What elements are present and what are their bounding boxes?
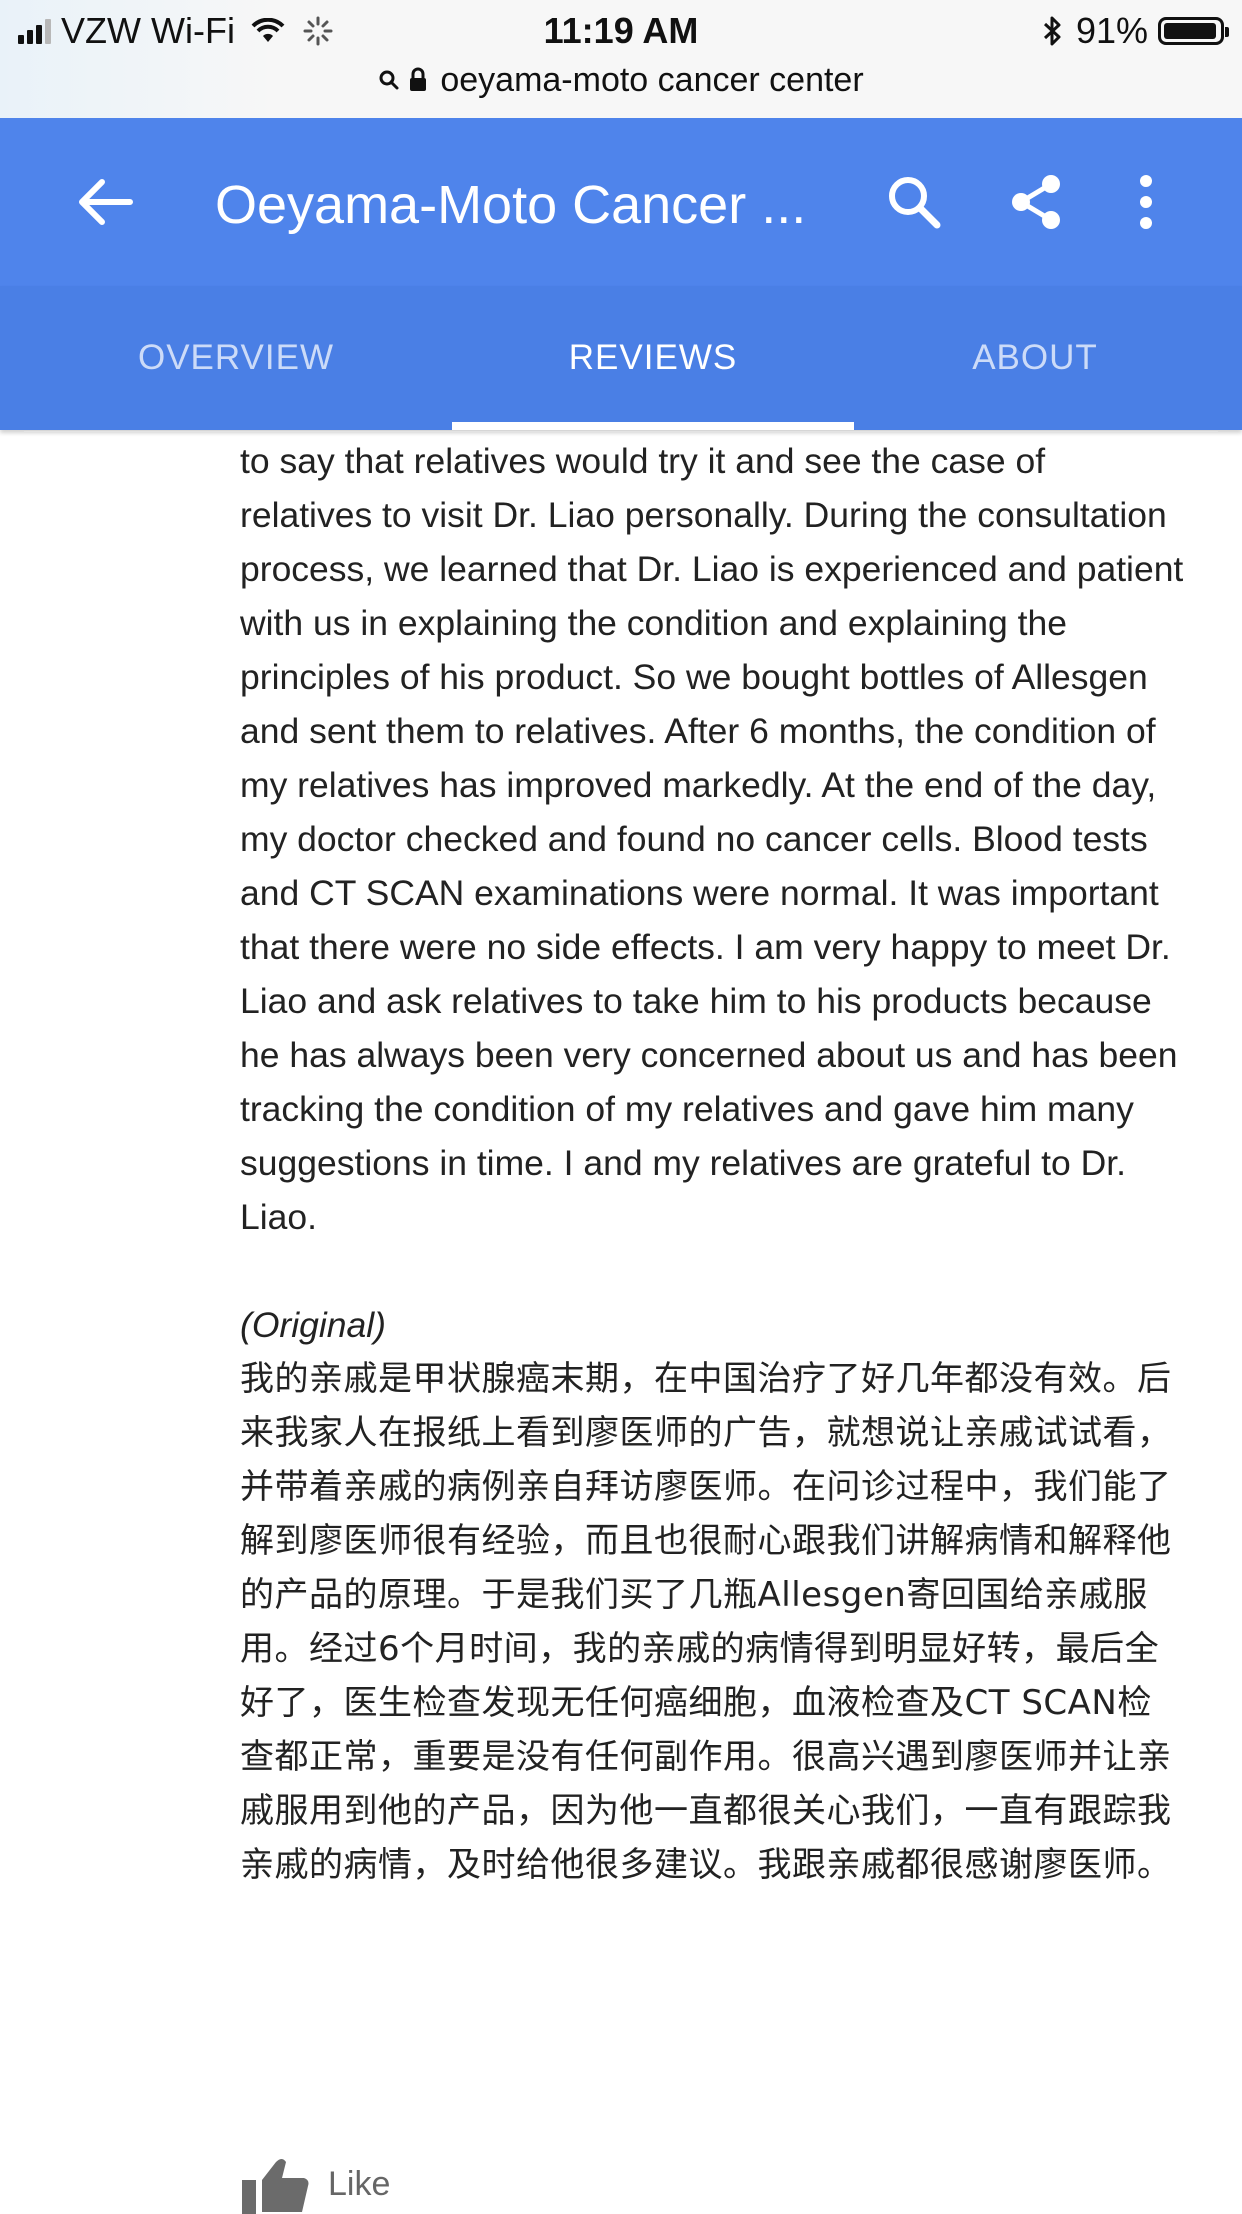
browser-chrome: VZW Wi-Fi 11:19 AM 91% oeyama-moto cance… [0,0,1242,118]
tab-reviews[interactable]: REVIEWS [452,286,854,430]
tab-bar: OVERVIEW REVIEWS ABOUT [0,286,1242,430]
bluetooth-icon [1043,16,1061,46]
back-button[interactable] [74,170,138,234]
search-icon [889,177,941,229]
share-button[interactable] [1004,170,1068,234]
status-bar: VZW Wi-Fi 11:19 AM 91% [0,0,1242,60]
divider [24,431,1218,433]
like-button[interactable]: Like [240,2154,390,2214]
back-arrow-icon [79,179,133,225]
review-body: to say that relatives would try it and s… [240,434,1185,1892]
battery-icon [1158,17,1229,45]
address-bar[interactable]: oeyama-moto cancer center [0,58,1242,102]
review-translated-text: to say that relatives would try it and s… [240,441,1184,1237]
thumb-up-icon [242,2159,309,2214]
more-options-button[interactable] [1114,170,1178,234]
review-original-label: (Original) [240,1305,386,1345]
search-icon [379,70,399,90]
status-bar-right: 91% [1042,10,1229,52]
lock-icon [410,67,427,91]
search-button[interactable] [882,170,946,234]
app-bar: Oeyama-Moto Cancer ... [0,118,1242,286]
battery-percent: 91% [1075,10,1148,51]
more-vert-icon [1140,175,1152,229]
app-title: Oeyama-Moto Cancer ... [215,175,807,235]
like-label: Like [328,2164,391,2203]
tab-about[interactable]: ABOUT [854,286,1216,430]
address-url: oeyama-moto cancer center [440,60,864,99]
review-original-text: 我的亲戚是甲状腺癌末期，在中国治疗了好几年都没有效。后来我家人在报纸上看到廖医师… [240,1359,1172,1885]
active-tab-indicator [452,422,854,430]
tab-overview[interactable]: OVERVIEW [0,286,472,430]
share-icon [1012,175,1060,229]
